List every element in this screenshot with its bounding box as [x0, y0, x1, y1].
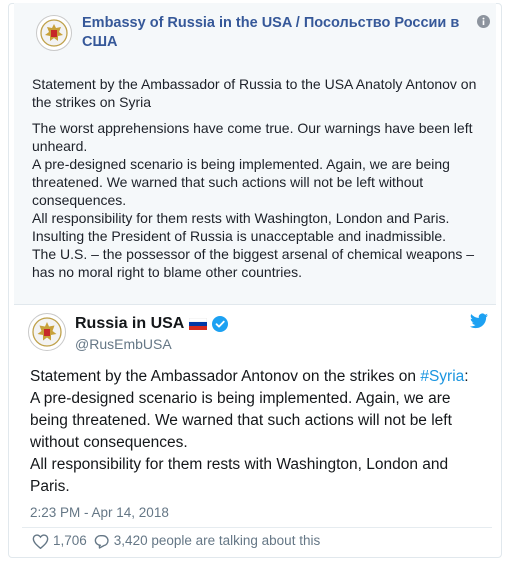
- display-name-text[interactable]: Russia in USA: [75, 314, 184, 334]
- verified-badge-icon: [212, 316, 229, 332]
- tweet-text: Statement by the Ambassador Antonov on t…: [30, 366, 485, 498]
- tweet-line: Statement by the Ambassador Antonov on t…: [30, 366, 485, 388]
- tweet-actions: 1,706 3,420 people are talking about thi…: [32, 532, 326, 550]
- post-line: Insulting the President of Russia is una…: [32, 228, 447, 244]
- reply-icon: [94, 534, 109, 549]
- tweet-text-start: Statement by the Ambassador Antonov on t…: [30, 368, 421, 385]
- talking-count: 3,420 people are talking about this: [113, 533, 321, 548]
- handle[interactable]: @RusEmbUSA: [75, 335, 172, 353]
- russia-flag-icon: [189, 318, 208, 330]
- twitter-bird-icon[interactable]: [470, 313, 488, 329]
- display-name[interactable]: Russia in USA: [75, 314, 229, 334]
- facebook-post: Embassy of Russia in the USA / Посольств…: [14, 3, 496, 305]
- reply-button[interactable]: 3,420 people are talking about this: [93, 532, 320, 550]
- heart-icon: [32, 533, 49, 549]
- post-body: Statement by the Ambassador of Russia to…: [32, 75, 486, 281]
- page-name-link[interactable]: Embassy of Russia in the USA / Посольств…: [82, 14, 460, 52]
- post-line: All responsibility for them rests with W…: [32, 210, 450, 226]
- post-line: The U.S. – the possessor of the biggest …: [32, 246, 475, 280]
- post-heading: Statement by the Ambassador of Russia to…: [32, 76, 477, 110]
- post-line: A pre-designed scenario is being impleme…: [32, 156, 450, 208]
- tweet-line: All responsibility for them rests with W…: [30, 456, 449, 495]
- tweet-text-punct: :: [464, 368, 469, 385]
- like-button[interactable]: 1,706: [32, 532, 87, 550]
- embassy-emblem-icon[interactable]: [36, 15, 72, 51]
- like-count: 1,706: [53, 533, 87, 548]
- info-icon[interactable]: [477, 15, 490, 28]
- post-line: The worst apprehensions have come true. …: [32, 120, 473, 154]
- tweet-timestamp[interactable]: 2:23 PM - Apr 14, 2018: [30, 504, 169, 522]
- avatar[interactable]: [28, 313, 66, 351]
- divider: [22, 527, 492, 528]
- hashtag-link[interactable]: #Syria: [420, 368, 464, 385]
- tweet-line: A pre-designed scenario is being impleme…: [30, 390, 452, 451]
